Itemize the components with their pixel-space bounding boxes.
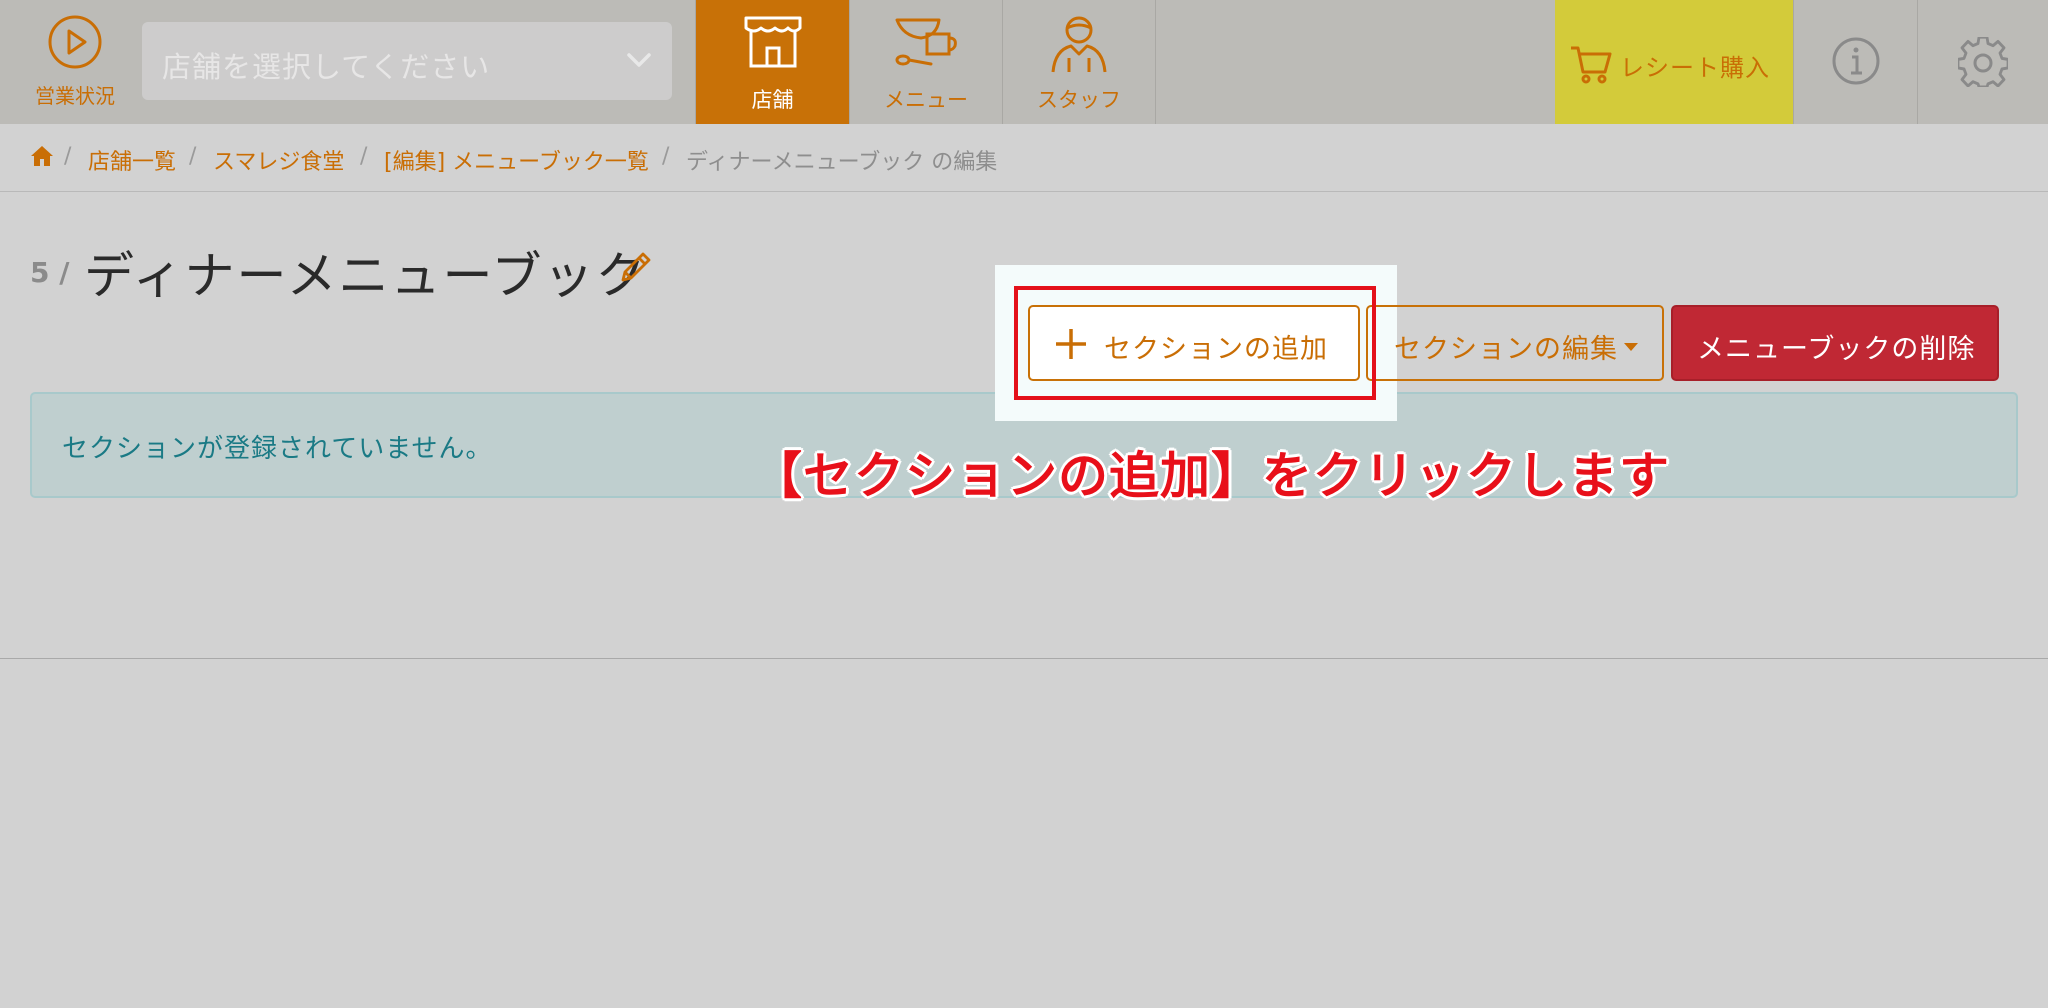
breadcrumb-current: ディナーメニューブック の編集 bbox=[686, 150, 998, 175]
receipt-purchase-button[interactable]: レシート購入 bbox=[1555, 0, 1793, 124]
breadcrumb: / 店舗一覧 / スマレジ食堂 / [編集] メニューブック一覧 / ディナーメ… bbox=[0, 124, 2048, 192]
delete-menubook-button[interactable]: メニューブックの削除 bbox=[1671, 305, 1999, 381]
cup-spoon-icon bbox=[895, 18, 957, 66]
settings-button[interactable] bbox=[1918, 0, 2048, 124]
nav-tab-menu[interactable]: メニュー bbox=[850, 0, 1003, 124]
breadcrumb-store[interactable]: スマレジ食堂 bbox=[213, 144, 344, 176]
breadcrumb-separator: / bbox=[360, 144, 368, 169]
page-title: ディナーメニューブック bbox=[84, 247, 648, 305]
gear-icon bbox=[1958, 37, 2008, 87]
breadcrumb-menubook-list[interactable]: [編集] メニューブック一覧 bbox=[384, 144, 649, 176]
menubook-number: 5 / bbox=[30, 256, 70, 289]
edit-section-dropdown-button[interactable]: セクションの編集 bbox=[1366, 305, 1664, 381]
caret-down-icon bbox=[1624, 343, 1638, 351]
business-status-label: 営業状況 bbox=[35, 84, 115, 108]
delete-menubook-label: メニューブックの削除 bbox=[1697, 334, 1976, 365]
nav-tab-staff-label: スタッフ bbox=[1037, 88, 1121, 112]
content-divider bbox=[0, 658, 2048, 659]
nav-tab-store[interactable]: 店舗 bbox=[695, 0, 850, 124]
nav-tab-staff[interactable]: スタッフ bbox=[1003, 0, 1156, 124]
receipt-purchase-label: レシート購入 bbox=[1620, 54, 1770, 82]
breadcrumb-separator: / bbox=[64, 144, 72, 169]
breadcrumb-separator: / bbox=[189, 144, 197, 169]
nav-tab-menu-label: メニュー bbox=[884, 88, 968, 112]
play-circle-icon bbox=[48, 15, 102, 69]
tutorial-highlight-box bbox=[1014, 286, 1376, 400]
nav-tab-store-label: 店舗 bbox=[751, 88, 794, 112]
home-icon[interactable] bbox=[30, 144, 54, 168]
top-navbar: 営業状況 店舗を選択してください 店舗 メニュー スタッフ レシート購入 bbox=[0, 0, 2048, 124]
alert-message: セクションが登録されていません。 bbox=[62, 434, 493, 464]
store-select-placeholder: 店舗を選択してください bbox=[162, 50, 491, 84]
info-button[interactable] bbox=[1793, 0, 1918, 124]
business-status-button[interactable]: 営業状況 bbox=[22, 14, 128, 114]
edit-section-label: セクションの編集 bbox=[1394, 334, 1618, 365]
store-select[interactable]: 店舗を選択してください bbox=[142, 22, 672, 100]
cart-icon bbox=[1571, 46, 1612, 84]
store-icon bbox=[744, 16, 801, 68]
breadcrumb-separator: / bbox=[662, 144, 670, 169]
tutorial-annotation: 【セクションの追加】をクリックします bbox=[752, 447, 1670, 505]
staff-icon bbox=[1051, 16, 1107, 73]
pencil-icon[interactable] bbox=[619, 250, 653, 284]
breadcrumb-store-list[interactable]: 店舗一覧 bbox=[88, 144, 176, 176]
chevron-down-icon bbox=[627, 53, 651, 67]
info-icon bbox=[1832, 37, 1880, 85]
